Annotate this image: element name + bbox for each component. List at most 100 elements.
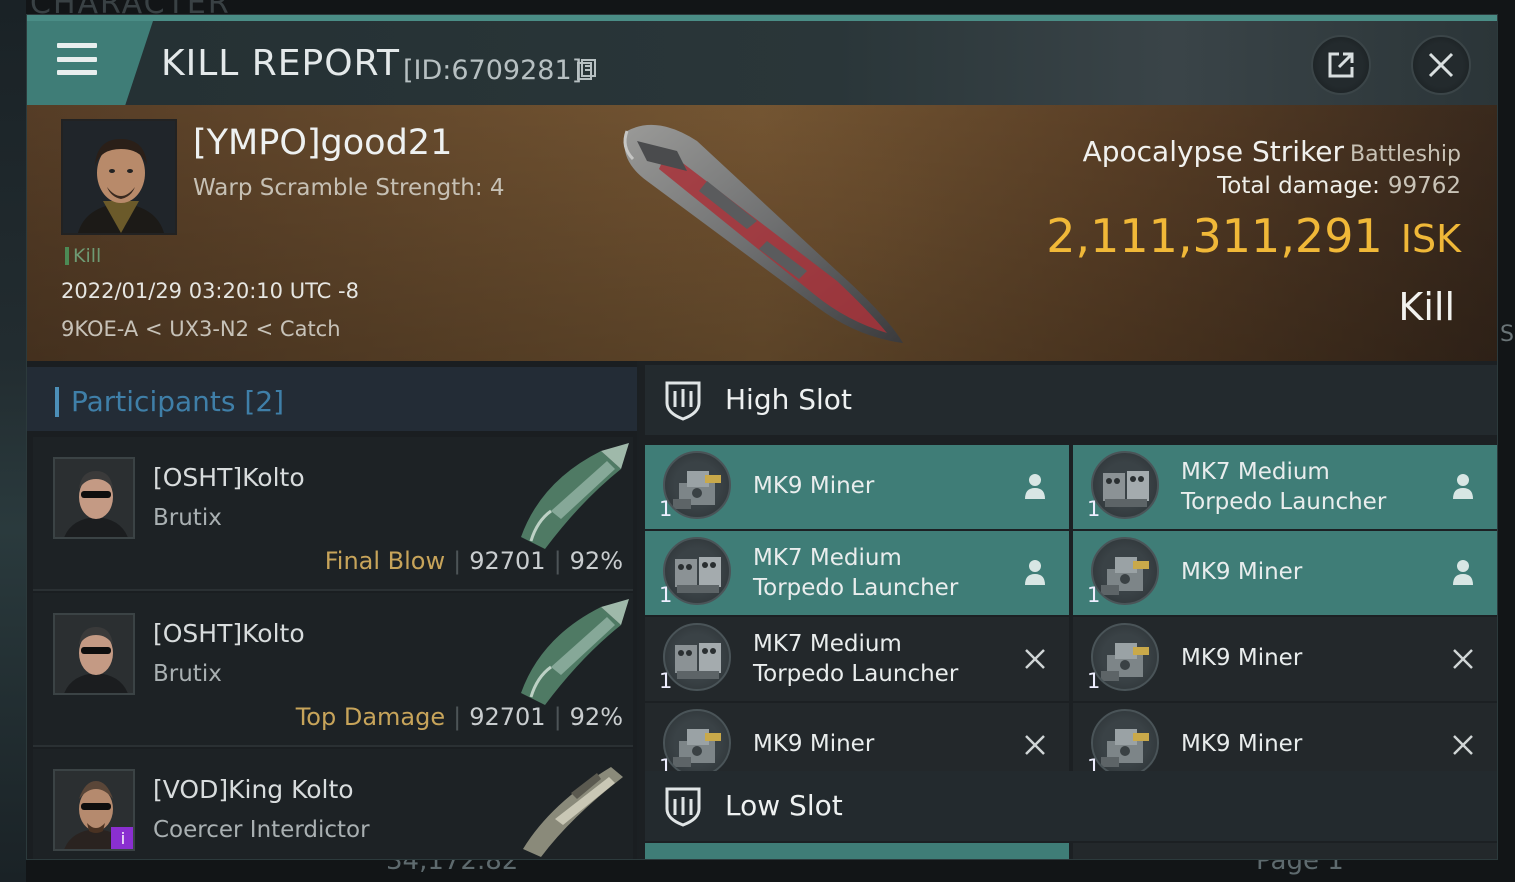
participant-portrait[interactable]: i	[53, 769, 135, 851]
destroyed-x-icon	[1023, 731, 1047, 759]
total-damage-value: 99762	[1387, 173, 1461, 199]
share-button[interactable]	[1311, 35, 1371, 95]
high-slot-module[interactable]: 1 MK7 Medium Torpedo Launcher	[645, 617, 1069, 701]
module-quantity: 1	[659, 583, 673, 607]
dropped-person-icon	[1023, 473, 1047, 501]
isk-amount: 2,111,311,291	[1046, 209, 1383, 263]
participant-portrait[interactable]	[53, 613, 135, 695]
participant-ship-image[interactable]	[511, 597, 631, 707]
participant-damage: 92701	[469, 547, 546, 575]
torpedo-launcher-icon	[663, 623, 731, 691]
victim-name[interactable]: [YMPO]good21	[193, 123, 452, 163]
victim-ship-image[interactable]	[607, 111, 917, 351]
high-slot-icon	[665, 381, 701, 421]
ship-name-label: Apocalypse Striker	[1082, 135, 1345, 168]
participant-ship-image[interactable]	[511, 441, 631, 551]
share-icon	[1328, 52, 1354, 78]
kill-tag: Kill	[65, 247, 101, 266]
participants-header[interactable]: Participants [2]	[27, 367, 637, 431]
victim-ship-name[interactable]: Apocalypse Striker Battleship	[1083, 135, 1461, 168]
high-slot-module[interactable]: 1 MK7 Medium Torpedo Launcher	[645, 531, 1069, 615]
low-slot-module-partial[interactable]	[1073, 843, 1497, 859]
module-quantity: 1	[659, 497, 673, 521]
torpedo-launcher-icon	[1091, 451, 1159, 519]
module-quantity: 1	[659, 669, 673, 693]
participant-ship[interactable]: Coercer Interdictor	[153, 817, 370, 843]
victim-banner: [YMPO]good21 Warp Scramble Strength: 4 K…	[27, 105, 1497, 361]
miner-icon	[1091, 709, 1159, 777]
low-slot-title: Low Slot	[725, 789, 843, 822]
menu-button[interactable]	[27, 21, 153, 105]
low-slot-icon	[665, 787, 701, 827]
participant-name[interactable]: [VOD]King Kolto	[153, 775, 354, 804]
participants-count: [2]	[244, 385, 285, 418]
background-letter: S	[1500, 322, 1514, 347]
close-icon	[1428, 52, 1454, 78]
destroyed-x-icon	[1023, 645, 1047, 673]
module-name: MK9 Miner	[1181, 645, 1303, 671]
total-damage: Total damage: 99762	[1217, 173, 1461, 199]
total-damage-label: Total damage:	[1217, 173, 1380, 199]
miner-icon	[1091, 537, 1159, 605]
module-name: MK7 Medium Torpedo Launcher	[753, 545, 959, 601]
report-id: [ID:6709281]	[403, 55, 583, 86]
low-slot-header[interactable]: Low Slot	[645, 771, 1497, 841]
fitting-panel: High Slot 1 MK9 Miner 1 MK7 Medium Torpedo L…	[639, 361, 1497, 859]
participant-name[interactable]: [OSHT]Kolto	[153, 463, 305, 492]
participants-panel: Participants [2] [OSHT]Kolto Brutix Fina…	[27, 361, 637, 860]
module-name: MK7 Medium Torpedo Launcher	[1181, 459, 1387, 515]
module-quantity: 1	[1087, 583, 1101, 607]
window-title: KILL REPORT	[161, 43, 400, 84]
ship-class-label: Battleship	[1350, 142, 1461, 167]
participants-title: Participants [2]	[71, 385, 284, 418]
kill-report-window: KILL REPORT [ID:6709281] [YMPO]good21 Wa…	[26, 14, 1498, 860]
participant-ship-image[interactable]	[511, 753, 631, 860]
high-slot-module[interactable]: 1 MK9 Miner	[1073, 617, 1497, 701]
menu-icon	[57, 43, 97, 75]
participant-percent: 92%	[569, 703, 623, 731]
participant-stats: Top Damage | 92701 | 92%	[295, 703, 623, 731]
module-name: MK9 Miner	[1181, 559, 1303, 585]
final-blow-tag: Final Blow	[324, 547, 446, 575]
participant-ship[interactable]: Brutix	[153, 505, 222, 531]
copy-icon[interactable]	[577, 59, 597, 81]
top-damage-tag: Top Damage	[295, 703, 446, 731]
participant-row[interactable]: [OSHT]Kolto Brutix Final Blow | 92701 | 92%	[33, 437, 633, 591]
module-quantity: 1	[1087, 669, 1101, 693]
high-slot-module[interactable]: 1 MK9 Miner	[645, 445, 1069, 529]
dropped-person-icon	[1451, 559, 1475, 587]
high-slot-header[interactable]: High Slot	[645, 365, 1497, 435]
module-name: MK9 Miner	[753, 473, 875, 499]
miner-icon	[663, 451, 731, 519]
kill-location[interactable]: 9KOE-A < UX3-N2 < Catch	[61, 317, 341, 341]
low-slot-module-partial[interactable]	[645, 843, 1069, 859]
module-name: MK9 Miner	[753, 731, 875, 757]
high-slot-title: High Slot	[725, 383, 852, 416]
background-sidebar	[0, 0, 26, 882]
participant-name[interactable]: [OSHT]Kolto	[153, 619, 305, 648]
victim-portrait[interactable]	[61, 119, 177, 235]
isk-unit: ISK	[1400, 217, 1461, 261]
dropped-person-icon	[1023, 559, 1047, 587]
participant-percent: 92%	[569, 547, 623, 575]
participant-row[interactable]: i [VOD]King Kolto Coercer Interdictor	[33, 749, 633, 860]
close-button[interactable]	[1411, 35, 1471, 95]
participant-damage: 92701	[469, 703, 546, 731]
participant-ship[interactable]: Brutix	[153, 661, 222, 687]
torpedo-launcher-icon	[663, 537, 731, 605]
participants-title-label: Participants	[71, 385, 236, 418]
high-slot-module[interactable]: 1 MK9 Miner	[1073, 531, 1497, 615]
result-label: Kill	[1398, 285, 1455, 329]
module-name: MK7 Medium Torpedo Launcher	[753, 631, 959, 687]
module-quantity: 1	[1087, 497, 1101, 521]
participants-accent-bar	[55, 387, 59, 417]
participant-stats: Final Blow | 92701 | 92%	[324, 547, 623, 575]
high-slot-module[interactable]: 1 MK7 Medium Torpedo Launcher	[1073, 445, 1497, 529]
participant-portrait[interactable]	[53, 457, 135, 539]
kill-datetime: 2022/01/29 03:20:10 UTC -8	[61, 279, 359, 303]
miner-icon	[1091, 623, 1159, 691]
module-name: MK9 Miner	[1181, 731, 1303, 757]
participant-row[interactable]: [OSHT]Kolto Brutix Top Damage | 92701 | 92%	[33, 593, 633, 747]
dropped-person-icon	[1451, 473, 1475, 501]
warp-scramble-strength: Warp Scramble Strength: 4	[193, 175, 505, 201]
